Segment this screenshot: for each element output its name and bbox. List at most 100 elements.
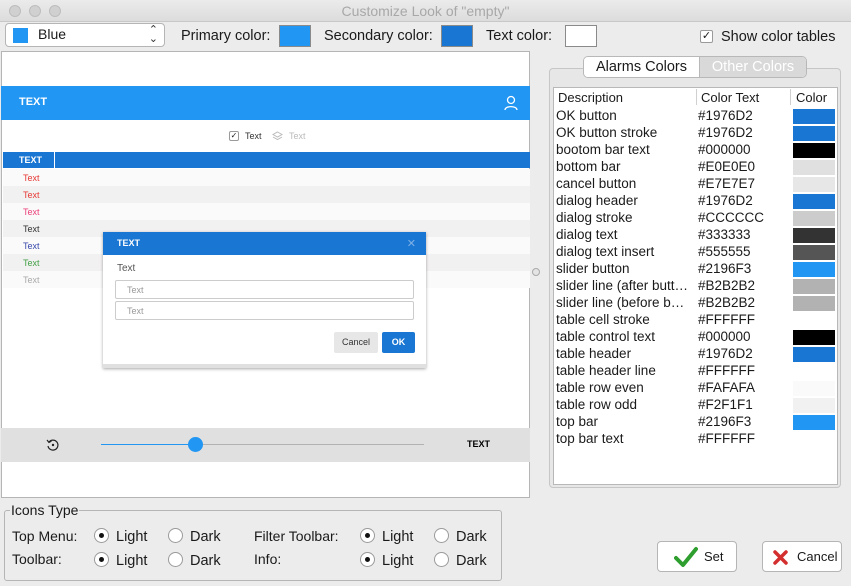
set-button[interactable]: Set (657, 541, 737, 572)
slider-line-before (101, 444, 196, 445)
row-color-swatch[interactable] (793, 364, 835, 379)
color-table-row[interactable]: table row even #FAFAFA (554, 380, 837, 397)
color-table-row[interactable]: slider button #2196F3 (554, 261, 837, 278)
color-table-row[interactable]: table header #1976D2 (554, 346, 837, 363)
title-bar: Customize Look of "empty" (0, 0, 851, 22)
color-table-row[interactable]: dialog header #1976D2 (554, 193, 837, 210)
chevron-up-down-icon: ⌃ ⌄ (148, 24, 158, 45)
top-menu-dark-label: Dark (190, 529, 221, 545)
row-color-swatch[interactable] (793, 347, 835, 362)
color-table-row[interactable]: slider line (before b… #B2B2B2 (554, 295, 837, 312)
column-header-color-text[interactable]: Color Text (701, 90, 759, 105)
row-color-swatch[interactable] (793, 160, 835, 175)
column-header-color[interactable]: Color (796, 90, 827, 105)
cancel-button[interactable]: Cancel (762, 541, 842, 572)
color-table-row[interactable]: OK button #1976D2 (554, 108, 837, 125)
row-color-text: #FFFFFF (698, 312, 755, 327)
color-table-row[interactable]: table control text #000000 (554, 329, 837, 346)
row-description: table control text (556, 329, 656, 344)
row-color-swatch[interactable] (793, 432, 835, 447)
filter-toolbar-light-radio[interactable] (360, 528, 375, 543)
toolbar-dark-radio[interactable] (168, 552, 183, 567)
user-icon[interactable] (504, 95, 518, 111)
preview-filter-checkbox[interactable]: ✓ (229, 131, 239, 141)
row-color-swatch[interactable] (793, 126, 835, 141)
filter-toolbar-dark-label: Dark (456, 529, 487, 545)
row-color-swatch[interactable] (793, 330, 835, 345)
theme-swatch (13, 28, 28, 43)
color-table-row[interactable]: table cell stroke #FFFFFF (554, 312, 837, 329)
preview-table-row[interactable]: Text (3, 203, 530, 220)
row-color-swatch[interactable] (793, 245, 835, 260)
row-color-text: #E7E7E7 (698, 176, 756, 191)
row-description: dialog header (556, 193, 638, 208)
preview-ok-button[interactable]: OK (382, 332, 415, 353)
text-color-button[interactable] (565, 25, 597, 47)
primary-color-button[interactable] (279, 25, 311, 47)
history-icon[interactable] (46, 438, 60, 452)
row-description: slider button (556, 261, 630, 276)
row-color-text: #E0E0E0 (698, 159, 756, 174)
secondary-color-button[interactable] (441, 25, 473, 47)
color-table-row[interactable]: dialog text insert #555555 (554, 244, 837, 261)
color-table-row[interactable]: top bar text #FFFFFF (554, 431, 837, 448)
preview-table-row[interactable]: Text (3, 169, 530, 186)
row-color-swatch[interactable] (793, 262, 835, 277)
preview-dialog-input[interactable]: Text (115, 280, 414, 299)
row-color-swatch[interactable] (793, 415, 835, 430)
color-table-row[interactable]: table header line #FFFFFF (554, 363, 837, 380)
close-icon[interactable]: ✕ (407, 237, 416, 250)
row-color-swatch[interactable] (793, 194, 835, 209)
tab-other-colors[interactable]: Other Colors (699, 57, 806, 77)
toolbar-light-radio[interactable] (94, 552, 109, 567)
preview-dialog-input[interactable]: Text (115, 301, 414, 320)
color-table-row[interactable]: top bar #2196F3 (554, 414, 837, 431)
row-color-text: #FAFAFA (698, 380, 756, 395)
theme-selected-value: Blue (38, 26, 67, 42)
color-table-row[interactable]: slider line (after butt… #B2B2B2 (554, 278, 837, 295)
row-color-swatch[interactable] (793, 313, 835, 328)
color-table-row[interactable]: bootom bar text #000000 (554, 142, 837, 159)
color-table-row[interactable]: table row odd #F2F1F1 (554, 397, 837, 414)
row-color-text: #1976D2 (698, 346, 753, 361)
row-color-swatch[interactable] (793, 296, 835, 311)
show-color-tables-checkbox[interactable]: ✓ (700, 30, 713, 43)
row-description: table header line (556, 363, 656, 378)
color-table-row[interactable]: OK button stroke #1976D2 (554, 125, 837, 142)
tab-alarms-colors[interactable]: Alarms Colors (584, 57, 699, 77)
row-color-swatch[interactable] (793, 109, 835, 124)
row-color-swatch[interactable] (793, 279, 835, 294)
preview-cancel-button[interactable]: Cancel (334, 332, 378, 353)
color-table-row[interactable]: dialog text #333333 (554, 227, 837, 244)
row-color-text: #1976D2 (698, 193, 753, 208)
row-color-text: #000000 (698, 329, 751, 344)
split-pane-handle[interactable] (532, 268, 540, 276)
color-table-row[interactable]: bottom bar #E0E0E0 (554, 159, 837, 176)
column-header-description[interactable]: Description (558, 90, 623, 105)
top-menu-light-radio[interactable] (94, 528, 109, 543)
row-color-swatch[interactable] (793, 381, 835, 396)
text-color-label: Text color: (486, 28, 553, 44)
row-color-swatch[interactable] (793, 211, 835, 226)
row-color-text: #FFFFFF (698, 431, 755, 446)
top-menu-dark-radio[interactable] (168, 528, 183, 543)
color-table-row[interactable]: cancel button #E7E7E7 (554, 176, 837, 193)
row-color-text: #2196F3 (698, 261, 752, 276)
row-color-swatch[interactable] (793, 143, 835, 158)
row-color-text: #000000 (698, 142, 751, 157)
row-color-swatch[interactable] (793, 398, 835, 413)
row-color-swatch[interactable] (793, 228, 835, 243)
info-dark-radio[interactable] (434, 552, 449, 567)
row-color-swatch[interactable] (793, 177, 835, 192)
icons-type-legend: Icons Type (10, 502, 80, 518)
info-light-radio[interactable] (360, 552, 375, 567)
row-description: dialog stroke (556, 210, 633, 225)
toolbar-light-label: Light (116, 553, 148, 569)
filter-toolbar-dark-radio[interactable] (434, 528, 449, 543)
color-table-row[interactable]: dialog stroke #CCCCCC (554, 210, 837, 227)
slider-button[interactable] (188, 437, 203, 452)
preview-dialog-title: TEXT (117, 238, 141, 248)
theme-select[interactable]: Blue ⌃ ⌄ (5, 23, 165, 47)
toolbar-dark-label: Dark (190, 553, 221, 569)
preview-table-row[interactable]: Text (3, 186, 530, 203)
